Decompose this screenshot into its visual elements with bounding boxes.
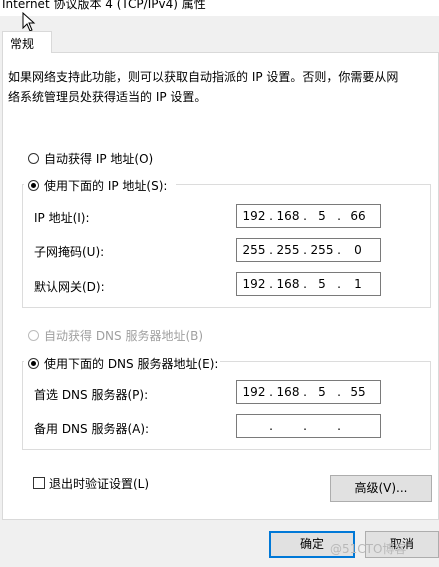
manual-ip-label[interactable]: 使用下面的 IP 地址(S): xyxy=(44,177,167,194)
mask-octet-4: 0 xyxy=(354,243,362,257)
alternate-dns-label: 备用 DNS 服务器(A): xyxy=(34,422,150,436)
ip-octet-3: 5 xyxy=(318,209,326,223)
window-title: Internet 协议版本 4 (TCP/IPv4) 属性 xyxy=(2,0,206,11)
ip-octet-4: 66 xyxy=(350,209,366,223)
manual-ip-radio[interactable] xyxy=(28,180,39,191)
alternate-dns-input[interactable]: . . . xyxy=(236,414,381,438)
mask-octet-1: 255 xyxy=(242,243,266,257)
subnet-mask-input[interactable]: 255 . 255 . 255 . 0 xyxy=(236,238,381,262)
gateway-octet-3: 5 xyxy=(318,277,326,291)
dns1-octet-1: 192 xyxy=(242,385,266,399)
preferred-dns-input[interactable]: 192 . 168 . 5 . 55 xyxy=(236,380,381,404)
watermark: @51CTO博客 xyxy=(330,542,407,556)
auto-dns-label[interactable]: 自动获得 DNS 服务器地址(B) xyxy=(44,327,203,344)
gateway-octet-4: 1 xyxy=(354,277,362,291)
ip-address-label: IP 地址(I): xyxy=(34,211,90,225)
validate-settings-checkbox[interactable] xyxy=(33,477,45,489)
tab-general[interactable]: 常规 xyxy=(2,31,52,53)
gateway-octet-2: 168 xyxy=(276,277,300,291)
tab-general-label: 常规 xyxy=(10,37,35,51)
default-gateway-label: 默认网关(D): xyxy=(34,280,105,294)
mask-octet-3: 255 xyxy=(310,243,334,257)
subnet-mask-label: 子网掩码(U): xyxy=(34,245,105,259)
mask-octet-2: 255 xyxy=(276,243,300,257)
gateway-octet-1: 192 xyxy=(242,277,266,291)
ip-octet-2: 168 xyxy=(276,209,300,223)
dns1-octet-4: 55 xyxy=(350,385,366,399)
auto-ip-radio[interactable] xyxy=(28,153,39,164)
window-title-bar: Internet 协议版本 4 (TCP/IPv4) 属性 xyxy=(0,0,439,16)
preferred-dns-label: 首选 DNS 服务器(P): xyxy=(34,388,149,402)
default-gateway-input[interactable]: 192 . 168 . 5 . 1 xyxy=(236,272,381,296)
mouse-pointer-icon xyxy=(22,12,36,32)
auto-ip-label[interactable]: 自动获得 IP 地址(O) xyxy=(44,150,153,167)
ip-address-input[interactable]: 192 . 168 . 5 . 66 xyxy=(236,204,381,228)
description-text: 如果网络支持此功能，则可以获取自动指派的 IP 设置。否则，你需要从网 络系统管… xyxy=(8,70,399,104)
manual-dns-radio[interactable] xyxy=(28,358,39,369)
manual-dns-label[interactable]: 使用下面的 DNS 服务器地址(E): xyxy=(44,355,218,372)
dns1-octet-3: 5 xyxy=(318,385,326,399)
validate-settings-label[interactable]: 退出时验证设置(L) xyxy=(49,475,149,492)
dns1-octet-2: 168 xyxy=(276,385,300,399)
advanced-button[interactable]: 高级(V)... xyxy=(330,475,432,502)
auto-dns-radio[interactable] xyxy=(28,330,39,341)
ip-octet-1: 192 xyxy=(242,209,266,223)
